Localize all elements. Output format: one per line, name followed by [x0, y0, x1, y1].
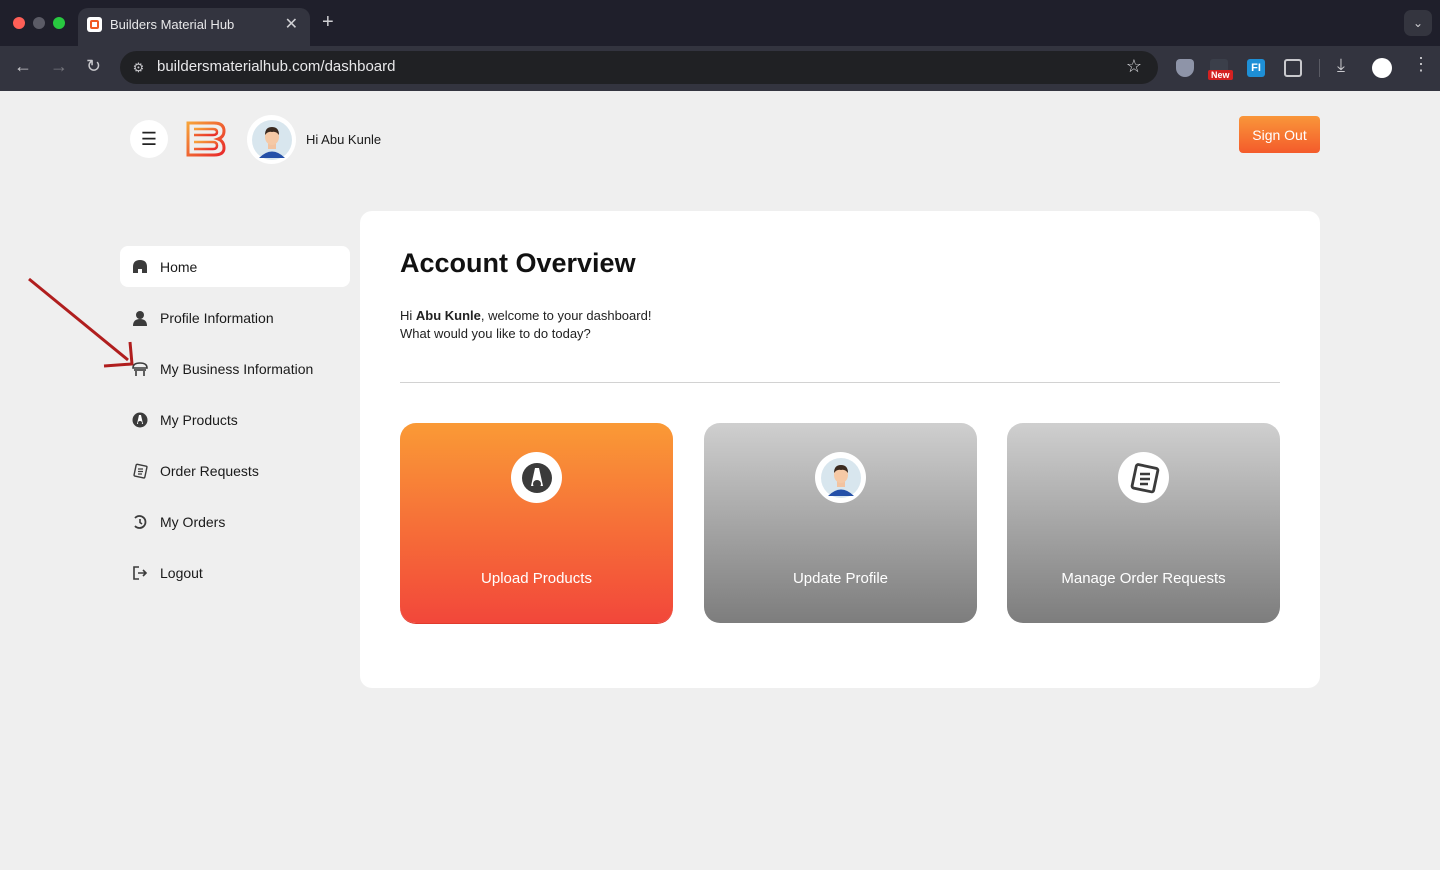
- url-text[interactable]: buildersmaterialhub.com/dashboard: [157, 58, 395, 75]
- sidebar-item-my-orders[interactable]: My Orders: [120, 501, 350, 542]
- sidebar-item-label: My Products: [160, 411, 238, 428]
- manage-order-requests-card[interactable]: Manage Order Requests: [1007, 423, 1280, 623]
- new-tab-icon[interactable]: +: [322, 11, 334, 34]
- home-icon: [132, 259, 148, 275]
- bookmark-star-icon[interactable]: ☆: [1126, 56, 1142, 77]
- sidebar-item-my-products[interactable]: My Products: [120, 399, 350, 440]
- logout-icon: [132, 565, 148, 581]
- sidebar-item-home[interactable]: Home: [120, 246, 350, 287]
- sidebar-item-order-requests[interactable]: Order Requests: [120, 450, 350, 491]
- site-settings-icon[interactable]: ⚙: [130, 59, 147, 76]
- back-icon[interactable]: ←: [14, 56, 32, 77]
- sign-out-button[interactable]: Sign Out: [1239, 116, 1320, 153]
- sidebar-item-logout[interactable]: Logout: [120, 552, 350, 593]
- sidebar: Home Profile Information My Business Inf…: [120, 246, 350, 603]
- minimize-window-button[interactable]: [33, 17, 45, 29]
- favicon-icon: [87, 17, 102, 32]
- menu-toggle-button[interactable]: ☰: [130, 120, 168, 158]
- sidebar-item-label: My Orders: [160, 513, 226, 530]
- divider: [400, 382, 1280, 383]
- welcome-prefix: Hi: [400, 308, 416, 323]
- welcome-question: What would you like to do today?: [400, 326, 591, 341]
- store-icon: [132, 361, 148, 377]
- browser-toolbar: ← → ↻ ⚙ buildersmaterialhub.com/dashboar…: [0, 46, 1440, 91]
- tab-search-icon[interactable]: ⌄: [1404, 10, 1432, 36]
- maximize-window-button[interactable]: [53, 17, 65, 29]
- card-label: Update Profile: [792, 570, 889, 587]
- avatar-icon: [251, 119, 292, 160]
- browser-menu-icon[interactable]: ⋮: [1412, 54, 1430, 75]
- products-icon: [132, 412, 148, 428]
- sidebar-item-label: Order Requests: [160, 462, 259, 479]
- sidebar-item-my-business-information[interactable]: My Business Information: [120, 348, 350, 389]
- close-tab-icon[interactable]: ✕: [285, 14, 298, 34]
- user-avatar[interactable]: [247, 115, 296, 164]
- sidebar-item-label: Profile Information: [160, 309, 274, 326]
- card-label: Upload Products: [481, 570, 592, 587]
- card-label: Manage Order Requests: [1061, 570, 1226, 587]
- update-profile-card[interactable]: Update Profile: [704, 423, 977, 623]
- download-icon[interactable]: ⤓: [1337, 55, 1345, 76]
- avatar-icon: [815, 452, 866, 503]
- browser-chrome: Builders Material Hub ✕ + ⌄ ← → ↻ ⚙ buil…: [0, 0, 1440, 91]
- forward-icon[interactable]: →: [50, 56, 68, 77]
- order-requests-icon: [132, 463, 148, 479]
- address-bar[interactable]: ⚙ buildersmaterialhub.com/dashboard ☆: [120, 51, 1158, 84]
- sidebar-item-label: My Business Information: [160, 360, 314, 377]
- welcome-message: Hi Abu Kunle, welcome to your dashboard!…: [400, 307, 651, 343]
- page-title: Account Overview: [400, 248, 636, 278]
- reload-icon[interactable]: ↻: [86, 56, 101, 77]
- products-icon: [511, 452, 562, 503]
- welcome-user-name: Abu Kunle: [415, 308, 481, 323]
- profile-avatar-icon[interactable]: [1372, 58, 1392, 78]
- close-window-button[interactable]: [13, 17, 25, 29]
- extensions-puzzle-icon[interactable]: [1284, 59, 1302, 77]
- account-overview-panel: Account Overview Hi Abu Kunle, welcome t…: [360, 211, 1320, 688]
- fi-extension-icon[interactable]: FI: [1247, 59, 1265, 77]
- user-icon: [132, 310, 148, 326]
- builders-material-hub-logo[interactable]: [186, 121, 226, 157]
- welcome-suffix: , welcome to your dashboard!: [480, 308, 652, 323]
- shield-extension-icon[interactable]: [1176, 59, 1194, 77]
- history-icon: [132, 514, 148, 530]
- new-badge: New: [1208, 70, 1233, 80]
- tab-strip: Builders Material Hub ✕ + ⌄: [0, 0, 1440, 46]
- tab-title: Builders Material Hub: [110, 17, 235, 32]
- order-requests-icon: [1118, 452, 1169, 503]
- browser-tab[interactable]: Builders Material Hub ✕: [78, 8, 310, 46]
- toolbar-divider: [1319, 59, 1320, 77]
- upload-products-card[interactable]: Upload Products: [400, 423, 673, 623]
- sidebar-item-label: Logout: [160, 564, 203, 581]
- sidebar-item-label: Home: [160, 258, 198, 275]
- sidebar-item-profile-information[interactable]: Profile Information: [120, 297, 350, 338]
- greeting-text: Hi Abu Kunle: [306, 132, 382, 147]
